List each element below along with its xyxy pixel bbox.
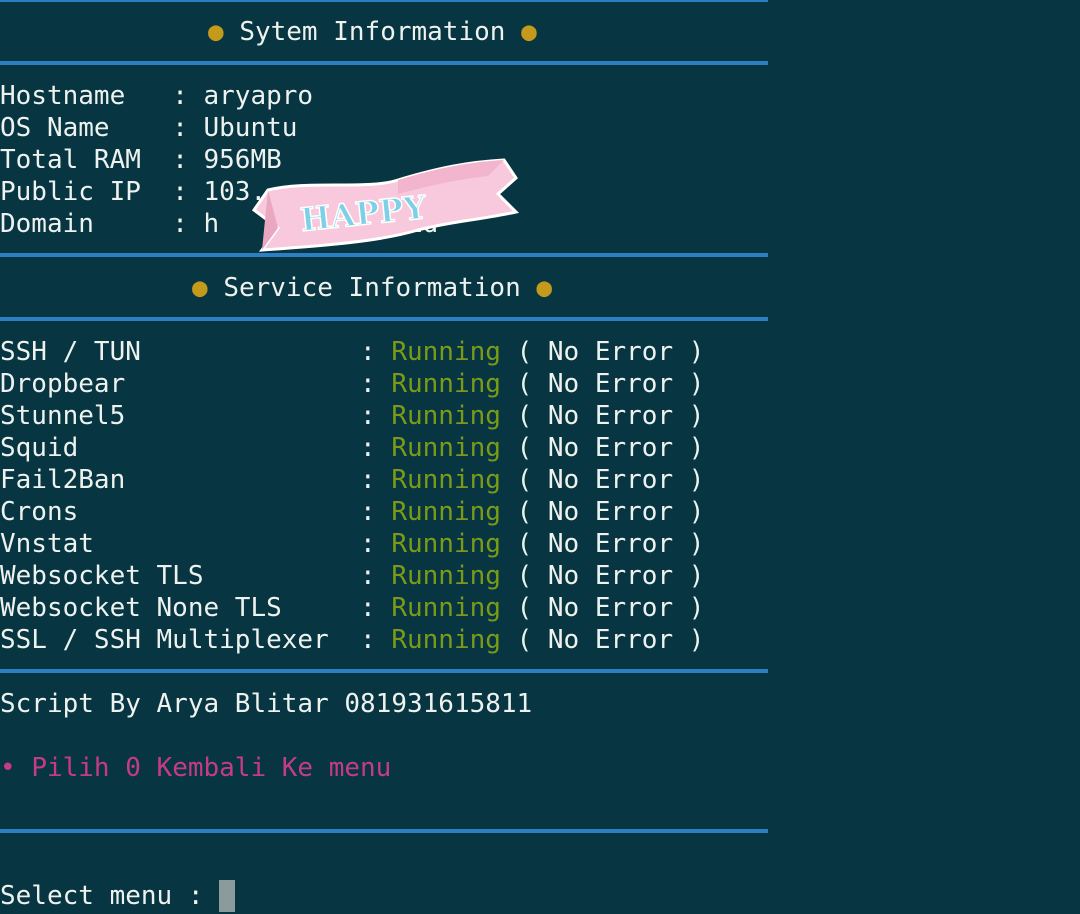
system-info-row: OS Name : Ubuntu	[0, 112, 297, 144]
service-detail: ( No Error )	[500, 369, 705, 399]
service-name: Stunnel5	[0, 401, 361, 431]
service-row: Crons : Running ( No Error )	[0, 496, 704, 528]
service-info-heading: ● Service Information ●	[192, 272, 552, 304]
service-name: Websocket TLS	[0, 561, 361, 591]
menu-hint-text: Pilih 0 Kembali Ke menu	[31, 753, 392, 783]
service-detail: ( No Error )	[500, 497, 705, 527]
service-status: Running	[391, 529, 501, 559]
happy-ribbon-sticker: HAPPY	[251, 158, 520, 252]
service-separator: :	[360, 433, 392, 463]
info-key: Hostname	[0, 81, 173, 111]
info-key: Domain	[0, 209, 173, 239]
info-separator: :	[172, 177, 204, 207]
divider	[0, 61, 768, 65]
service-row: Stunnel5 : Running ( No Error )	[0, 400, 704, 432]
info-separator: :	[172, 113, 204, 143]
info-separator: :	[172, 209, 204, 239]
service-name: SSH / TUN	[0, 337, 361, 367]
service-separator: :	[360, 497, 392, 527]
service-separator: :	[360, 625, 392, 655]
service-status: Running	[391, 625, 501, 655]
service-separator: :	[360, 465, 392, 495]
select-menu-label: Select menu :	[0, 881, 220, 911]
bullet-icon: ●	[192, 273, 208, 303]
service-status: Running	[391, 401, 501, 431]
service-status: Running	[391, 497, 501, 527]
service-name: Squid	[0, 433, 361, 463]
bullet-icon: ●	[536, 273, 553, 303]
service-row: Vnstat : Running ( No Error )	[0, 528, 704, 560]
service-row: Squid : Running ( No Error )	[0, 432, 704, 464]
system-info-row: Total RAM : 956MB	[0, 144, 282, 176]
bullet-icon: ●	[521, 17, 537, 47]
menu-hint: • Pilih 0 Kembali Ke menu	[0, 752, 391, 784]
service-status: Running	[391, 593, 501, 623]
service-name: SSL / SSH Multiplexer	[0, 625, 361, 655]
text-cursor[interactable]	[219, 880, 236, 912]
system-info-row: Hostname : aryapro	[0, 80, 313, 112]
service-separator: :	[360, 369, 392, 399]
service-name: Dropbear	[0, 369, 361, 399]
service-separator: :	[360, 561, 392, 591]
bullet-icon: ●	[208, 17, 224, 47]
divider	[0, 0, 768, 2]
service-separator: :	[360, 337, 392, 367]
service-name: Vnstat	[0, 529, 361, 559]
service-name: Fail2Ban	[0, 465, 361, 495]
service-detail: ( No Error )	[500, 433, 705, 463]
hint-bullet-icon: •	[0, 753, 16, 783]
service-detail: ( No Error )	[500, 625, 705, 655]
info-value: aryapro	[203, 81, 314, 111]
info-key: OS Name	[0, 113, 173, 143]
service-separator: :	[360, 401, 392, 431]
service-row: Dropbear : Running ( No Error )	[0, 368, 704, 400]
service-row: Fail2Ban : Running ( No Error )	[0, 464, 704, 496]
service-detail: ( No Error )	[500, 593, 705, 623]
service-name: Websocket None TLS	[0, 593, 361, 623]
service-detail: ( No Error )	[500, 561, 705, 591]
service-row: Websocket TLS : Running ( No Error )	[0, 560, 704, 592]
service-detail: ( No Error )	[500, 465, 705, 495]
info-value: Ubuntu	[203, 113, 298, 143]
service-row: Websocket None TLS : Running ( No Error …	[0, 592, 704, 624]
divider	[0, 829, 768, 833]
service-status: Running	[391, 337, 501, 367]
service-status: Running	[391, 433, 501, 463]
divider	[0, 317, 768, 321]
terminal-window[interactable]: ● Sytem Information ● Hostname : aryapro…	[0, 0, 1080, 914]
select-menu-prompt[interactable]: Select menu :	[0, 880, 236, 912]
service-status: Running	[391, 465, 501, 495]
service-info-title: Service Information	[223, 273, 521, 303]
info-separator: :	[172, 81, 204, 111]
service-name: Crons	[0, 497, 361, 527]
service-detail: ( No Error )	[500, 401, 705, 431]
service-detail: ( No Error )	[500, 529, 705, 559]
service-separator: :	[360, 593, 392, 623]
system-info-heading: ● Sytem Information ●	[208, 16, 537, 48]
system-info-title: Sytem Information	[239, 17, 506, 47]
service-status: Running	[391, 561, 501, 591]
info-key: Total RAM	[0, 145, 173, 175]
script-credit: Script By Arya Blitar 081931615811	[0, 689, 533, 719]
divider	[0, 669, 768, 673]
service-row: SSH / TUN : Running ( No Error )	[0, 336, 704, 368]
info-separator: :	[172, 145, 204, 175]
service-status: Running	[391, 369, 501, 399]
service-detail: ( No Error )	[500, 337, 705, 367]
service-row: SSL / SSH Multiplexer : Running ( No Err…	[0, 624, 704, 656]
info-key: Public IP	[0, 177, 173, 207]
service-separator: :	[360, 529, 392, 559]
